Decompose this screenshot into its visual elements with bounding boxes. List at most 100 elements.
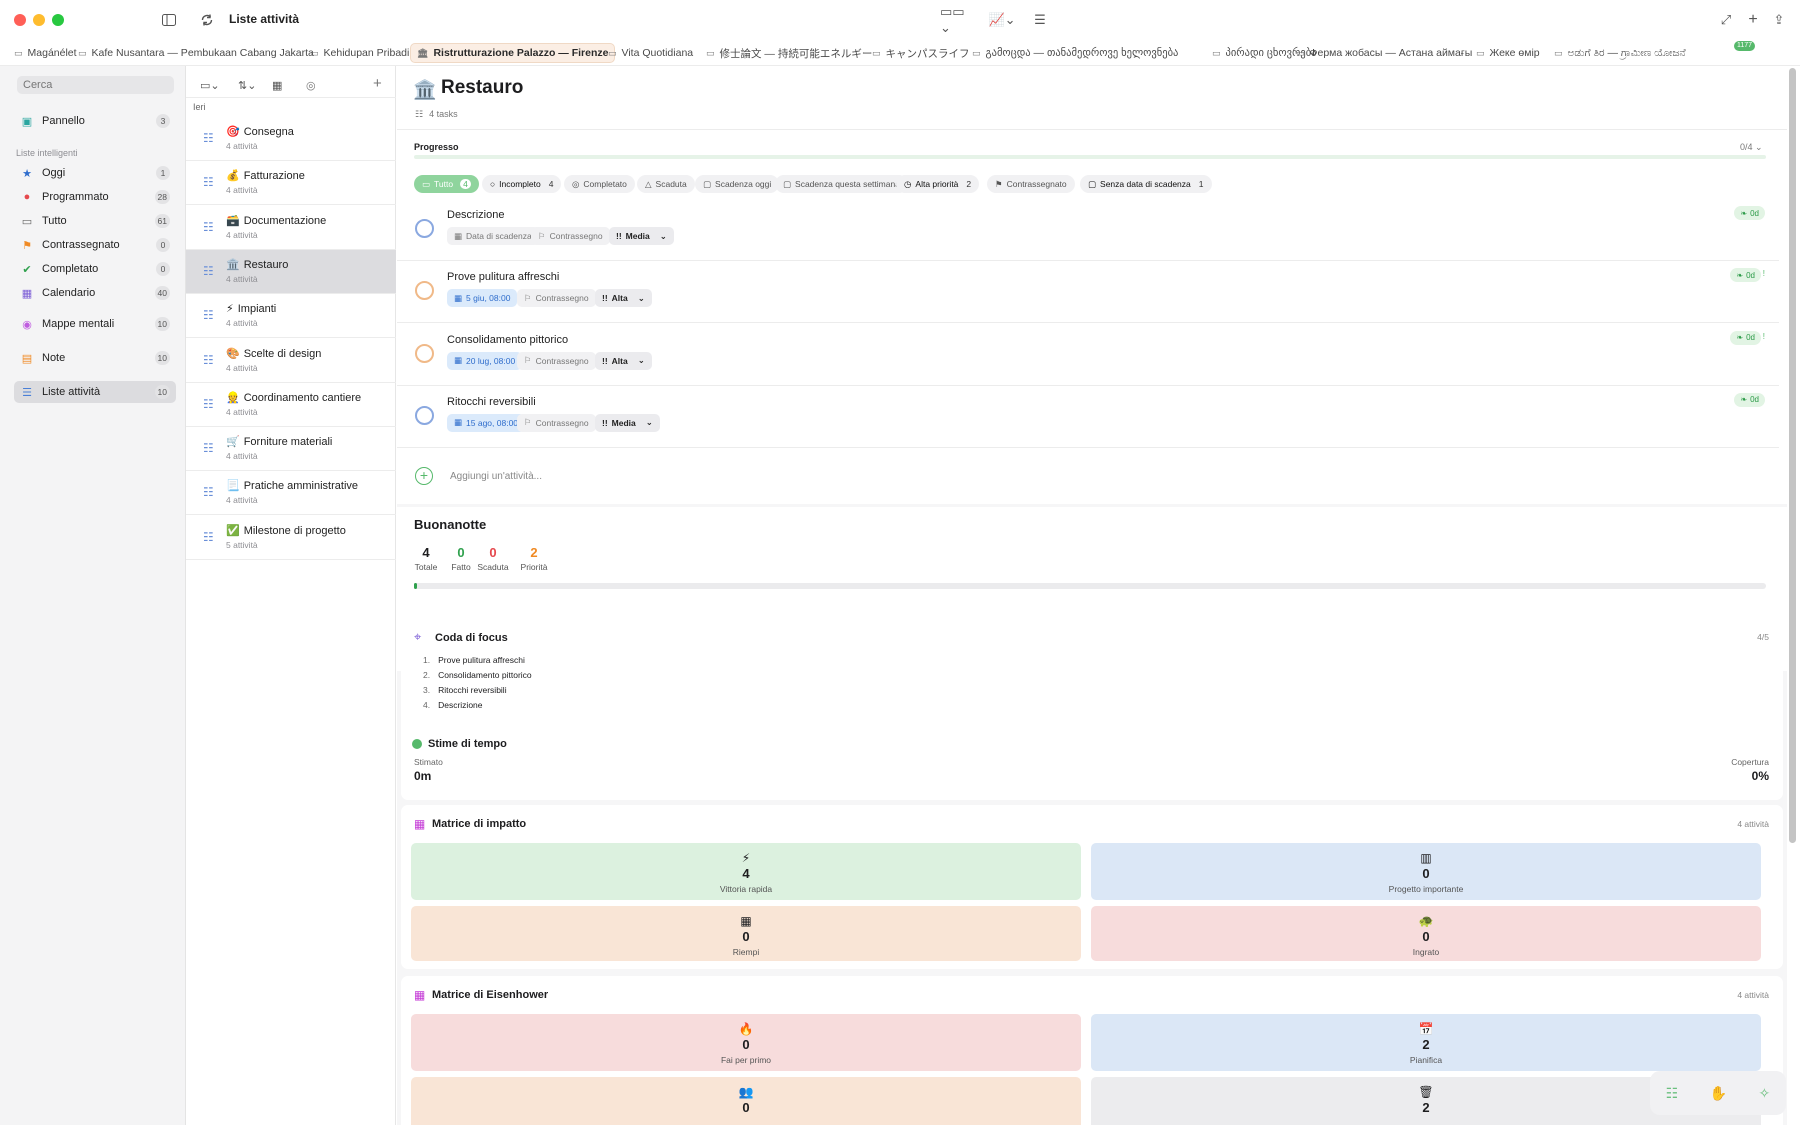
time-estimate-badge: ❧ 0d <box>1730 268 1761 283</box>
sidebar-item-mind-maps[interactable]: ◉ Mappe mentali 10 <box>14 313 176 335</box>
task-checkbox[interactable] <box>415 343 434 363</box>
share-button[interactable]: ⇪ <box>1770 8 1788 32</box>
priority-dropdown[interactable]: !! Alta ⌄ <box>595 289 652 308</box>
filter-chip[interactable]: ◎ Completato <box>564 175 635 193</box>
sidebar-item-completato[interactable]: ✔ Completato 0 <box>14 258 176 280</box>
sidebar-item-task-lists[interactable]: ☰ Liste attività 10 <box>14 381 176 403</box>
task-row[interactable]: Descrizione ▦ Data di scadenza ⚐ Contrassegn… <box>397 199 1779 261</box>
list-item[interactable]: ☷ ⚡ Impianti 4 attività <box>186 294 396 339</box>
matrix-cell[interactable]: 🐢 0 Ingrato <box>1091 906 1761 961</box>
magic-wand-icon[interactable]: ✧ <box>1759 1085 1771 1102</box>
due-date-chip[interactable]: ▦ Data di scadenza <box>447 227 539 245</box>
focus-item[interactable]: 4. Descrizione <box>423 700 483 710</box>
sidebar-item-calendario[interactable]: ▦ Calendario 40 <box>14 282 176 304</box>
time-value: 0d <box>1746 270 1755 280</box>
flag-chip[interactable]: ⚐ Contrassegno <box>517 413 596 432</box>
filter-chip[interactable]: ▭ Tutto 4 <box>414 175 479 193</box>
list-item[interactable]: ☷ 🛒 Forniture materiali 4 attività <box>186 427 396 472</box>
matrix-cell[interactable]: 👥 0 <box>411 1077 1081 1125</box>
flag-chip[interactable]: ⚐ Contrassegno <box>517 351 596 370</box>
filter-chip[interactable]: ○ Incompleto 4 <box>482 175 562 193</box>
tab-6[interactable]: ▭ キャンパスライフ <box>866 43 976 63</box>
chart-menu-button[interactable]: 📈⌄ <box>986 8 1018 32</box>
filter-settings-button[interactable]: ☰ <box>1029 8 1051 32</box>
tab-9[interactable]: ▭ Ферма жобасы — Астана аймағы <box>1290 43 1478 63</box>
sidebar-item-notes[interactable]: ▤ Note 10 <box>14 347 176 369</box>
priority-dropdown[interactable]: !! Alta ⌄ <box>595 351 652 370</box>
due-date-chip[interactable]: ▦ 15 ago, 08:00 <box>447 413 526 432</box>
new-list-button[interactable]: + <box>373 75 382 92</box>
task-row[interactable]: Prove pulitura affreschi ▦ 5 giu, 08:00 ⚐ Co… <box>397 261 1779 324</box>
list-item[interactable]: ☷ ✅ Milestone di progetto 5 attività <box>186 516 396 560</box>
flag-chip[interactable]: ⚐ Contrassegno <box>531 227 610 245</box>
sidebar-toggle-button[interactable] <box>158 8 180 32</box>
expand-button[interactable]: ⤢ <box>1717 8 1735 32</box>
hand-icon[interactable]: ✋ <box>1710 1085 1727 1102</box>
tab-3[interactable]: 🏛 Ristrutturazione Palazzo — Firenze <box>410 43 616 63</box>
sidebar-item-programmato[interactable]: ● Programmato 28 <box>14 186 176 208</box>
matrix-cell[interactable]: 📅 2 Pianifica <box>1091 1014 1761 1071</box>
list-title: ✅ Milestone di progetto <box>226 524 346 537</box>
scrollbar[interactable] <box>1789 68 1796 843</box>
sync-button[interactable] <box>196 8 218 32</box>
focus-item[interactable]: 3. Ritocchi reversibili <box>423 685 507 695</box>
priority-dropdown[interactable]: !! Media ⌄ <box>595 413 660 432</box>
sidebar-item-tutto[interactable]: ▭ Tutto 61 <box>14 210 176 232</box>
due-date-chip[interactable]: ▦ 20 lug, 08:00 <box>447 351 523 370</box>
matrix-cell[interactable]: ▦ 0 Riempi <box>411 906 1081 961</box>
list-item[interactable]: ☷ 💰 Fatturazione 4 attività <box>186 161 396 206</box>
checklist-icon[interactable]: ☷ <box>1666 1085 1679 1102</box>
matrix-cell[interactable]: ▥ 0 Progetto importante <box>1091 843 1761 900</box>
tab-2[interactable]: ▭ Kehidupan Pribadi <box>304 43 415 63</box>
tab-1[interactable]: ▭ Kafe Nusantara — Pembukaan Cabang Jakar… <box>72 43 320 63</box>
add-task-input[interactable]: Aggiungi un'attività... <box>450 471 542 482</box>
tab-4[interactable]: ▭ Vita Quotidiana <box>602 43 699 63</box>
task-row[interactable]: Consolidamento pittorico ▦ 20 lug, 08:00 ⚐ C… <box>397 324 1779 386</box>
list-item[interactable]: ☷ 🎯 Consegna 4 attività <box>186 117 396 161</box>
group-button[interactable]: ▦ <box>272 79 282 92</box>
filter-chip[interactable]: ▢ Scadenza oggi <box>695 175 780 193</box>
filter-chip[interactable]: ◷ Alta priorità 2 <box>896 175 980 193</box>
filter-chip[interactable]: ⚑ Contrassegnato <box>987 175 1075 193</box>
matrix-cell[interactable]: ⚡ 4 Vittoria rapida <box>411 843 1081 900</box>
matrix-cell[interactable]: 🔥 0 Fai per primo <box>411 1014 1081 1071</box>
task-checkbox[interactable] <box>415 405 434 425</box>
filter-chip[interactable]: △ Scaduta <box>637 175 695 193</box>
focus-item[interactable]: 1. Prove pulitura affreschi <box>423 655 525 665</box>
sidebar-item-label: Calendario <box>42 287 96 299</box>
search-input[interactable] <box>17 76 174 94</box>
filter-chip[interactable]: ▢ Senza data di scadenza 1 <box>1080 175 1212 193</box>
list-item[interactable]: ☷ 🗃️ Documentazione 4 attività <box>186 206 396 250</box>
list-item[interactable]: ☷ 📃 Pratiche amministrative 4 attività <box>186 471 396 516</box>
task-row[interactable]: Ritocchi reversibili ▦ 15 ago, 08:00 ⚐ Contr… <box>397 386 1779 448</box>
list-item[interactable]: ☷ 🏛️ Restauro 4 attività <box>186 249 396 294</box>
progress-value[interactable]: 0/4 ⌄ <box>1740 142 1763 153</box>
sidebar-item-label: Mappe mentali <box>42 318 115 330</box>
sidebar-item-contrassegnato[interactable]: ⚑ Contrassegnato 0 <box>14 234 176 256</box>
list-item[interactable]: ☷ 🎨 Scelte di design 4 attività <box>186 339 396 383</box>
task-checkbox[interactable] <box>415 281 434 301</box>
tab-5[interactable]: ▭ 修士論文 — 持続可能エネルギー <box>700 43 878 63</box>
chart-icon: 📈⌄ <box>988 12 1016 27</box>
select-button[interactable]: ◎ <box>306 79 316 92</box>
filter-chip[interactable]: ▢ Scadenza questa settimana <box>775 175 908 193</box>
due-date-chip[interactable]: ▦ 5 giu, 08:00 <box>447 289 518 308</box>
flag-chip[interactable]: ⚐ Contrassegno <box>517 289 596 308</box>
add-task-icon[interactable]: + <box>415 467 433 485</box>
zoom-window-button[interactable] <box>52 14 64 26</box>
list-item[interactable]: ☷ 👷 Coordinamento cantiere 4 attività <box>186 383 396 427</box>
sidebar-item-oggi[interactable]: ★ Oggi 1 <box>14 162 176 184</box>
view-mode-button[interactable]: ▭▭ ⌄ <box>940 4 972 35</box>
focus-item[interactable]: 2. Consolidamento pittorico <box>423 670 532 680</box>
priority-dropdown[interactable]: !! Media ⌄ <box>609 227 674 245</box>
minimize-window-button[interactable] <box>33 14 45 26</box>
tab-10[interactable]: ▭ Жеке өмір <box>1470 43 1546 63</box>
add-button[interactable]: + <box>1744 8 1762 32</box>
sidebar-item-dashboard[interactable]: ▣ Pannello 3 <box>14 110 176 132</box>
close-window-button[interactable] <box>14 14 26 26</box>
tab-7[interactable]: ▭ გამოცდა — თანამედროვე ხელოვნება <box>966 43 1184 63</box>
task-checkbox[interactable] <box>415 219 434 238</box>
tab-11[interactable]: ▭ ಅಡುಗೆ ತಿರ — ಗ್ರಾಮೀಣ ಯೋಜನೆ <box>1548 43 1692 63</box>
sort-button[interactable]: ⇅⌄ <box>238 79 256 92</box>
inbox-menu-button[interactable]: ▭⌄ <box>200 79 220 92</box>
